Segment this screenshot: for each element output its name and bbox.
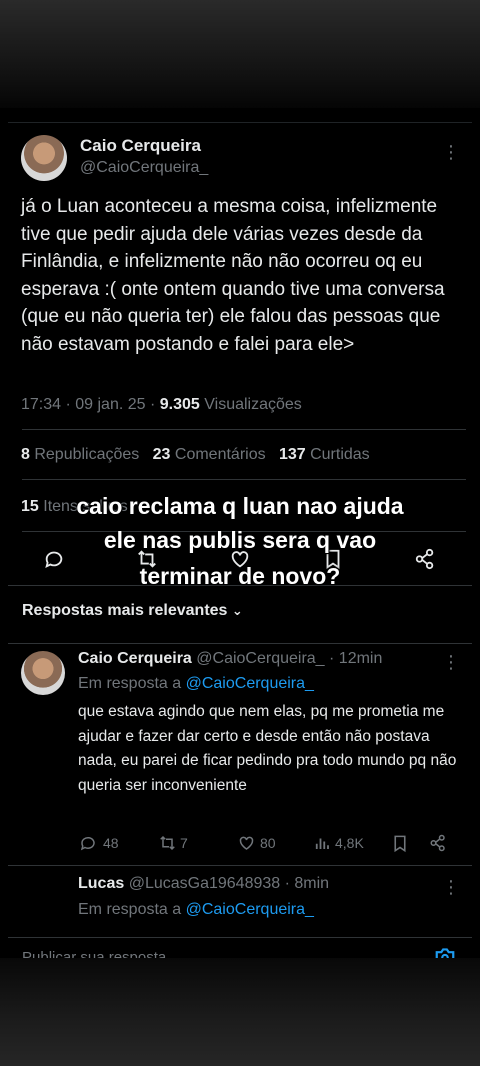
reply-more-options-icon[interactable]: ⋮ [442,878,460,896]
reply-avatar[interactable] [21,651,65,695]
views-label: Visualizações [199,396,302,413]
reposts-stat[interactable]: 8 Republicações [21,446,139,463]
more-options-icon[interactable]: ⋮ [442,143,460,161]
reply-header: Caio Cerqueira @CaioCerqueira_ · 12min [78,650,382,668]
reply-author-name[interactable]: Lucas [78,875,124,892]
replies-header: Respostas mais relevantes [22,602,228,619]
reply-author-handle[interactable]: @LucasGa19648938 · 8min [129,875,329,892]
tweet-meta: 17:34 · 09 jan. 25 · 9.305 Visualizações [21,396,302,414]
video-top-shade [0,0,480,108]
author-name[interactable]: Caio Cerqueira [80,136,201,156]
reply-repost-icon[interactable] [158,834,177,852]
comments-count: 23 [152,446,171,463]
reply-more-options-icon[interactable]: ⋮ [442,653,460,671]
likes-stat[interactable]: 137 Curtidas [279,446,370,463]
stats-row: 8 Republicações 23 Comentários 137 Curti… [21,446,370,464]
reply-author-name[interactable]: Caio Cerqueira [78,650,192,667]
reply-like-icon[interactable] [237,834,256,852]
tweet-time: 17:34 · 09 jan. 25 · [21,396,160,413]
tweet-text: já o Luan aconteceu a mesma coisa, infel… [21,196,445,355]
reply-comment-count: 48 [103,835,119,851]
reply-to-label: Em resposta a [78,675,186,692]
divider [8,643,472,644]
likes-count: 137 [278,446,306,463]
reply-text: que estava agindo que nem elas, pq me pr… [78,703,457,794]
divider [8,937,472,938]
reply-like-count: 80 [260,835,276,851]
reply-views-count: 4,8K [335,835,364,851]
views-count: 9.305 [159,396,200,413]
reply-bookmark-icon[interactable] [392,834,408,853]
replies-sort-button[interactable]: Respostas mais relevantes ⌄ [22,602,243,620]
reply-to-handle[interactable]: @CaioCerqueira_ [186,675,314,692]
chevron-down-icon: ⌄ [231,603,243,618]
reply-repost-count: 7 [180,835,188,851]
reply-to-handle[interactable]: @CaioCerqueira_ [186,901,314,918]
divider [22,479,466,480]
reposts-label: Republicações [29,446,140,463]
reply-author-handle[interactable]: @CaioCerqueira_ · 12min [196,650,382,667]
reply-to-label: Em resposta a [78,901,186,918]
caption-line-1: caio reclama q luan nao ajuda [76,493,404,519]
likes-label: Curtidas [305,446,370,463]
comments-stat[interactable]: 23 Comentários [153,446,266,463]
reply-to-line: Em resposta a @CaioCerqueira_ [78,901,314,919]
caption-line-3: terminar de novo? [139,563,341,589]
reply-header: Lucas @LucasGa19648938 · 8min [78,875,329,893]
author-avatar[interactable] [21,135,67,181]
divider [8,865,472,866]
reply-comment-icon[interactable] [79,834,97,852]
video-bottom-shade [0,958,480,1066]
comments-label: Comentários [170,446,266,463]
author-handle[interactable]: @CaioCerqueira_ [80,159,208,177]
reply-views-icon[interactable] [313,834,331,852]
divider [22,429,466,430]
reply-to-line: Em resposta a @CaioCerqueira_ [78,675,314,693]
caption-line-2: ele nas publis sera q vao [103,527,377,553]
reposts-count: 8 [21,446,30,463]
reply-share-icon[interactable] [429,834,447,852]
